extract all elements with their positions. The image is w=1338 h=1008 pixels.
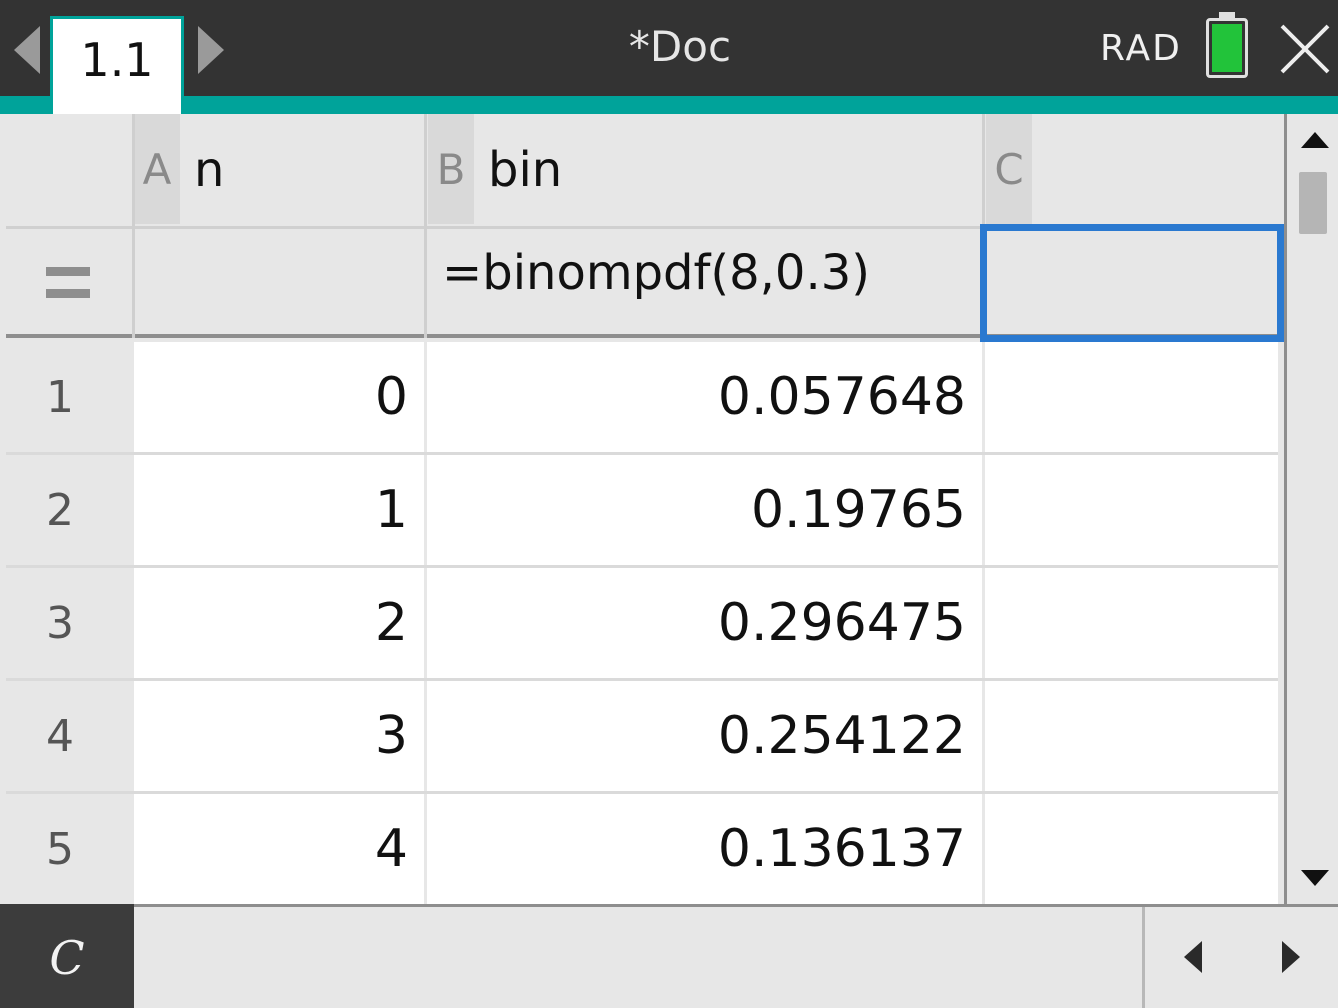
column-b-letter[interactable]: B	[428, 114, 474, 224]
table-row: 1 0 0.057648	[6, 342, 1278, 455]
tab-accent-strip	[0, 96, 1338, 114]
cell-reference: C	[49, 930, 85, 985]
scroll-right-arrow-icon[interactable]	[1282, 941, 1300, 973]
scroll-down-arrow-icon[interactable]	[1301, 870, 1329, 886]
cell-a2[interactable]: 1	[134, 455, 424, 565]
table-row: 5 4 0.136137	[6, 794, 1278, 904]
battery-level	[1212, 24, 1242, 72]
vertical-scrollbar[interactable]	[1284, 114, 1338, 904]
entry-line-bar: C	[0, 904, 1338, 1008]
column-divider	[132, 114, 135, 338]
cell-a5[interactable]: 4	[134, 794, 424, 904]
formula-equals-icon	[46, 263, 90, 301]
document-title: *Doc	[628, 22, 732, 71]
scroll-up-arrow-icon[interactable]	[1301, 132, 1329, 148]
cell-b3[interactable]: 0.296475	[427, 568, 982, 678]
scrollbar-thumb[interactable]	[1299, 172, 1327, 234]
row-number[interactable]: 1	[6, 342, 134, 452]
scroll-left-arrow-icon[interactable]	[1184, 941, 1202, 973]
battery-icon	[1206, 12, 1248, 78]
cell-a4[interactable]: 3	[134, 681, 424, 791]
table-row: 4 3 0.254122	[6, 681, 1278, 794]
column-a-letter[interactable]: A	[134, 114, 180, 224]
entry-line-divider	[1142, 907, 1145, 1008]
entry-line-input[interactable]	[134, 907, 1144, 1008]
cell-c3[interactable]	[985, 568, 1278, 678]
row-number[interactable]: 4	[6, 681, 134, 791]
selected-cell-c-formula[interactable]	[980, 224, 1284, 342]
row-number[interactable]: 3	[6, 568, 134, 678]
title-bar: *Doc RAD	[0, 0, 1338, 96]
cell-b5[interactable]: 0.136137	[427, 794, 982, 904]
cell-c4[interactable]	[985, 681, 1278, 791]
cell-c2[interactable]	[985, 455, 1278, 565]
cell-c5[interactable]	[985, 794, 1278, 904]
column-header-row: A n B bin C	[6, 114, 1278, 226]
cell-b1[interactable]: 0.057648	[427, 342, 982, 452]
cell-reference-box: C	[0, 904, 134, 1008]
cell-b4[interactable]: 0.254122	[427, 681, 982, 791]
cell-a3[interactable]: 2	[134, 568, 424, 678]
column-divider	[424, 114, 427, 338]
tab-label: 1.1	[80, 32, 154, 87]
column-a-name[interactable]: n	[194, 114, 224, 226]
tab-page-1-1[interactable]: 1.1	[50, 16, 184, 114]
table-row: 2 1 0.19765	[6, 455, 1278, 568]
close-icon[interactable]	[1278, 22, 1332, 76]
cell-c1[interactable]	[985, 342, 1278, 452]
next-page-arrow-icon[interactable]	[198, 26, 224, 74]
column-c-letter[interactable]: C	[986, 114, 1032, 224]
previous-page-arrow-icon[interactable]	[14, 26, 40, 74]
row-number[interactable]: 5	[6, 794, 134, 904]
row-number[interactable]: 2	[6, 455, 134, 565]
column-b-formula[interactable]: =binompdf(8,0.3)	[442, 245, 870, 301]
cell-a1[interactable]: 0	[134, 342, 424, 452]
angle-mode-indicator: RAD	[1100, 28, 1182, 69]
cell-b2[interactable]: 0.19765	[427, 455, 982, 565]
table-row: 3 2 0.296475	[6, 568, 1278, 681]
column-b-name[interactable]: bin	[488, 114, 562, 226]
